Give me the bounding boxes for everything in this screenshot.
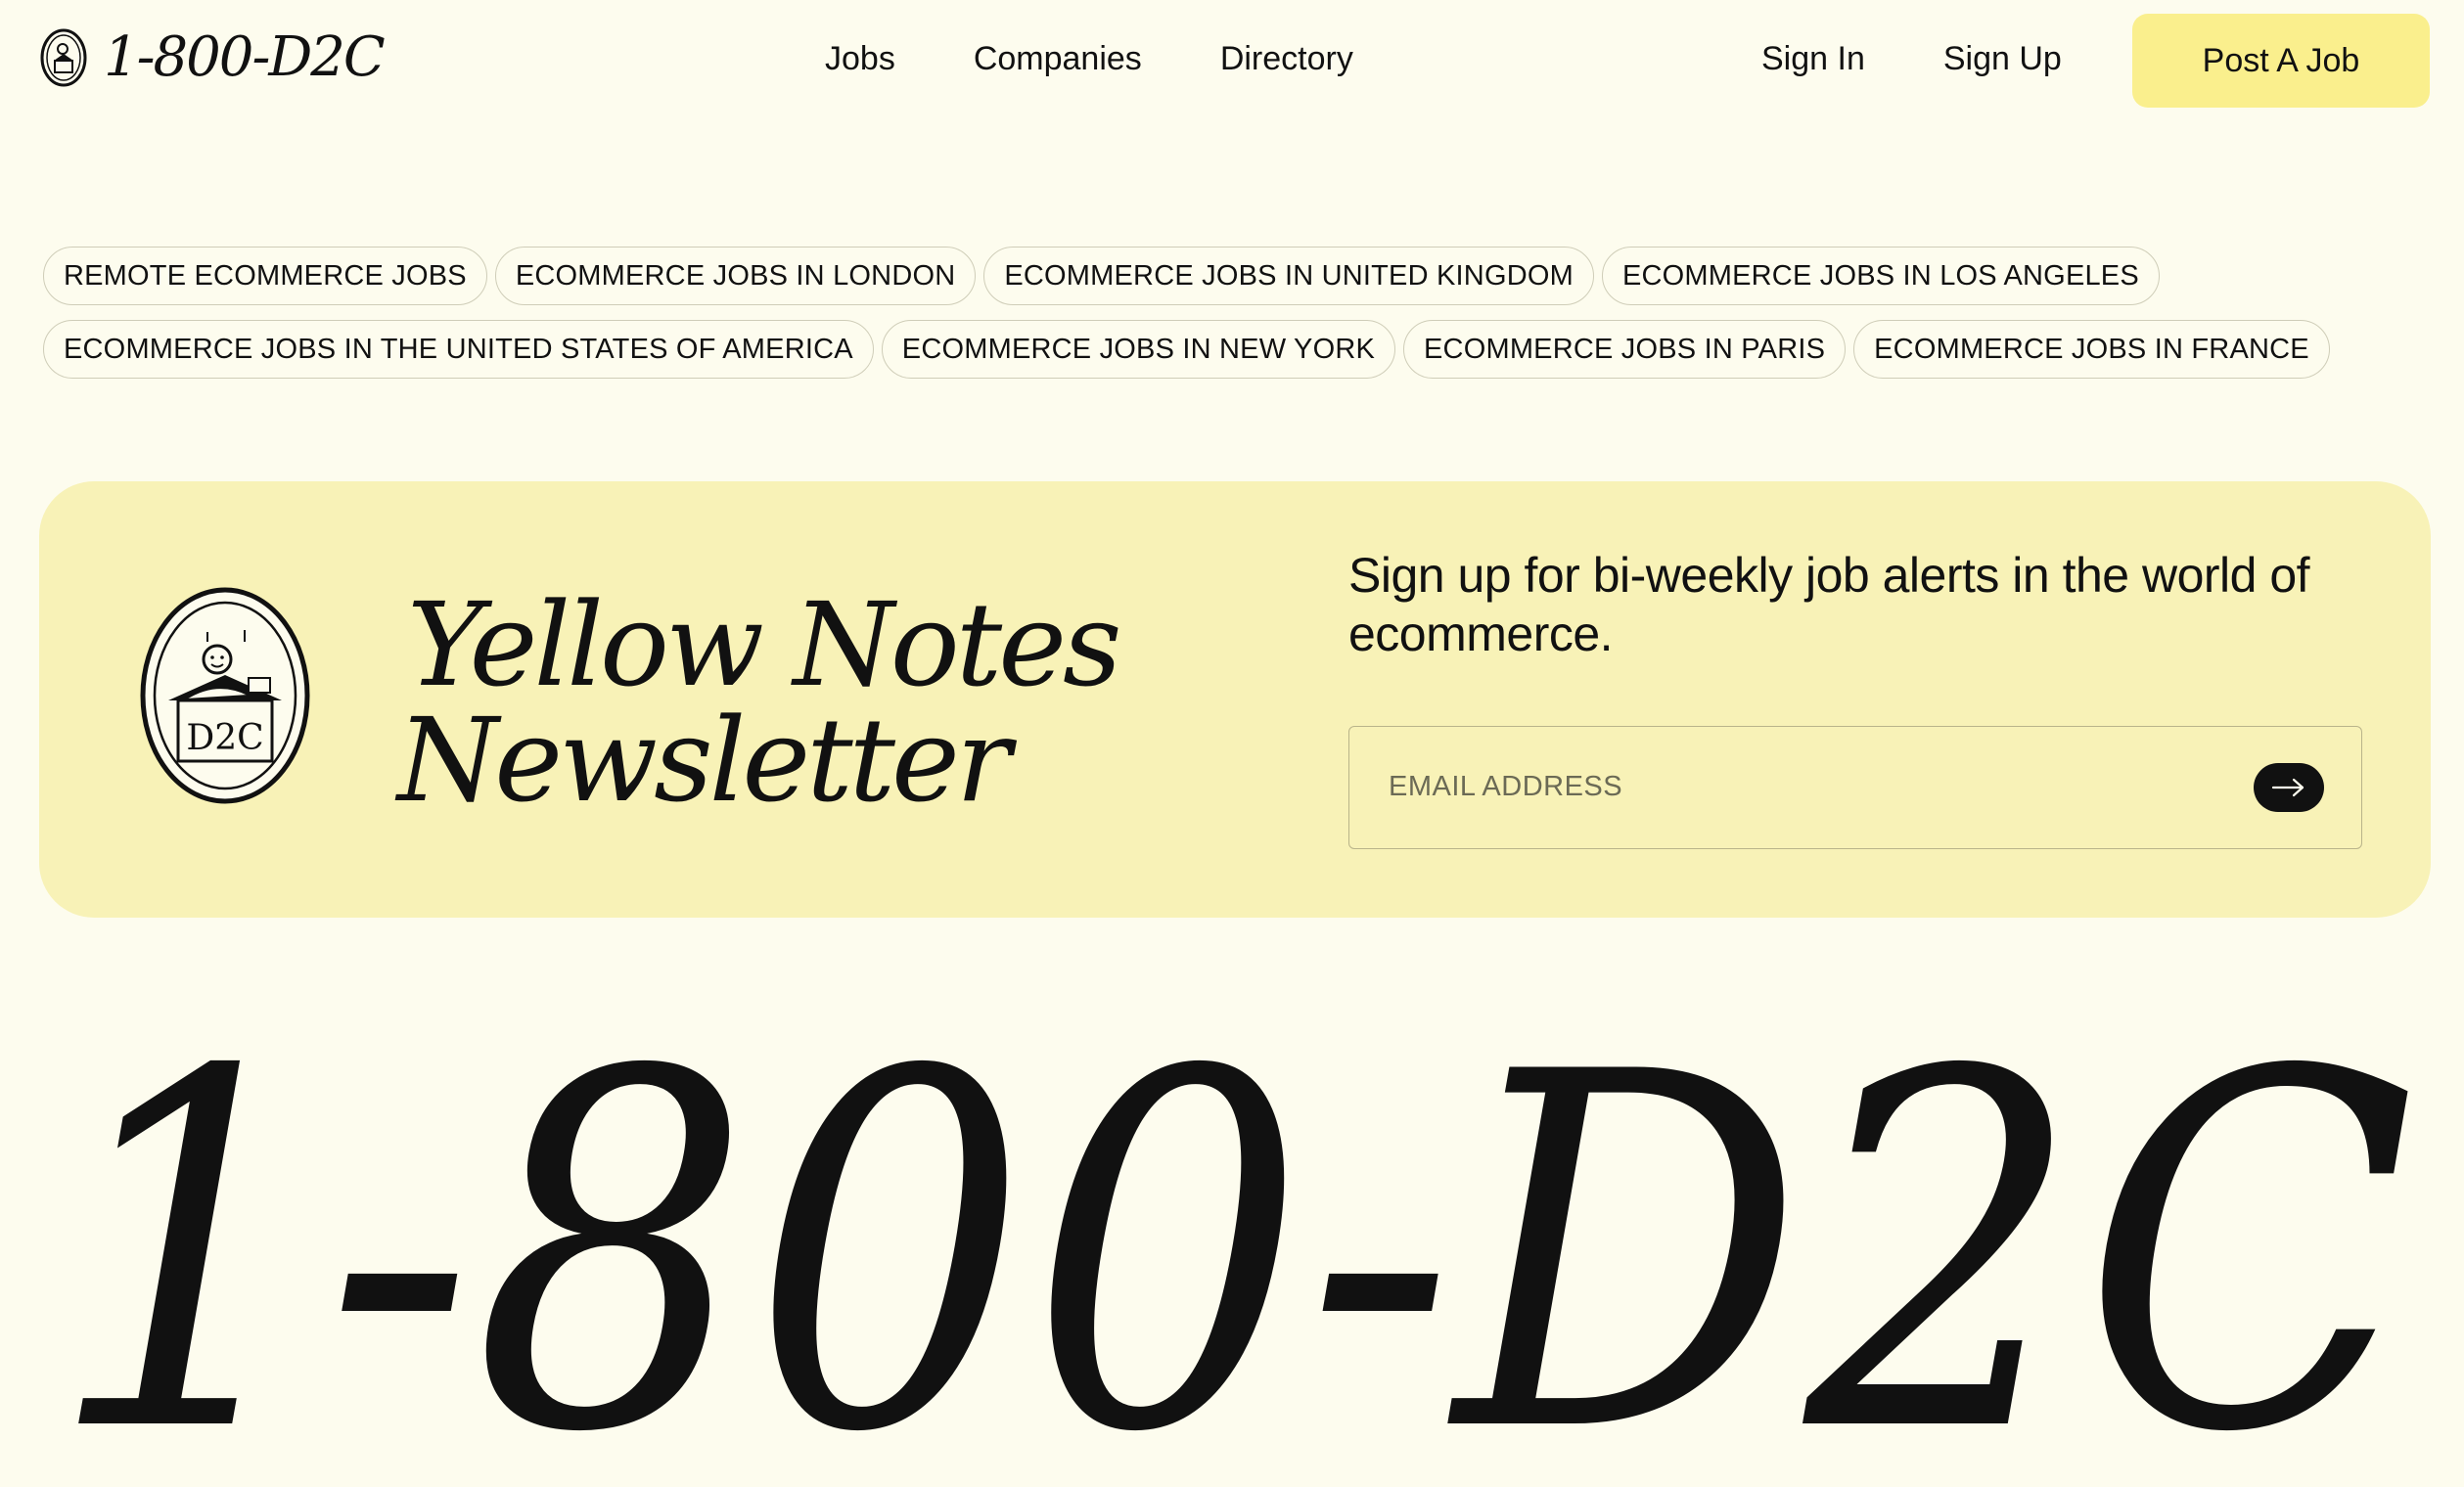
nav-directory-link[interactable]: Directory: [1220, 37, 1353, 80]
nav-companies-link[interactable]: Companies: [974, 37, 1142, 80]
tag-remote-ecommerce-jobs[interactable]: REMOTE ECOMMERCE JOBS: [43, 247, 487, 305]
footer-wordmark-text: 1-800-D2C: [48, 993, 2416, 1487]
mascot-badge-icon: [40, 28, 87, 87]
post-job-button[interactable]: Post A Job: [2132, 14, 2430, 108]
footer-wordmark: 1-800-D2C: [48, 993, 2416, 1487]
location-tags: REMOTE ECOMMERCE JOBS ECOMMERCE JOBS IN …: [43, 247, 2431, 393]
tag-united-states[interactable]: ECOMMERCE JOBS IN THE UNITED STATES OF A…: [43, 320, 874, 379]
sign-in-link[interactable]: Sign In: [1761, 37, 1865, 80]
newsletter-description: Sign up for bi-weekly job alerts in the …: [1348, 548, 2310, 661]
newsletter-form: [1348, 726, 2362, 849]
newsletter-panel: D2C Yellow Notes Newsletter Sign up for …: [39, 481, 2431, 918]
main-nav: Jobs Companies Directory: [825, 37, 1353, 80]
mascot-badge-icon: D2C: [140, 587, 310, 804]
arrow-right-icon: [2271, 778, 2304, 797]
sign-up-link[interactable]: Sign Up: [1943, 37, 2062, 80]
nav-jobs-link[interactable]: Jobs: [825, 37, 895, 80]
logo-wordmark: 1-800-D2C: [104, 25, 386, 89]
tag-row: REMOTE ECOMMERCE JOBS ECOMMERCE JOBS IN …: [43, 247, 2431, 305]
site-logo[interactable]: 1-800-D2C: [39, 25, 386, 89]
newsletter-title-line1: Yellow Notes: [407, 577, 1122, 712]
newsletter-submit-button[interactable]: [2254, 763, 2324, 812]
site-header: 1-800-D2C Jobs Companies Directory Sign …: [0, 0, 2464, 122]
newsletter-title: Yellow Notes Newsletter: [397, 577, 1122, 828]
tag-london[interactable]: ECOMMERCE JOBS IN LONDON: [494, 247, 977, 305]
email-input[interactable]: [1349, 727, 2230, 847]
tag-paris[interactable]: ECOMMERCE JOBS IN PARIS: [1403, 320, 1847, 379]
tag-united-kingdom[interactable]: ECOMMERCE JOBS IN UNITED KINGDOM: [983, 247, 1594, 305]
tag-france[interactable]: ECOMMERCE JOBS IN FRANCE: [1853, 320, 2330, 379]
tag-los-angeles[interactable]: ECOMMERCE JOBS IN LOS ANGELES: [1601, 247, 2160, 305]
tag-row: ECOMMERCE JOBS IN THE UNITED STATES OF A…: [43, 320, 2431, 379]
newsletter-title-line2: Newsletter: [397, 693, 1011, 828]
tag-new-york[interactable]: ECOMMERCE JOBS IN NEW YORK: [881, 320, 1396, 379]
auth-nav: Sign In Sign Up: [1761, 37, 2062, 80]
badge-text: D2C: [186, 718, 263, 758]
